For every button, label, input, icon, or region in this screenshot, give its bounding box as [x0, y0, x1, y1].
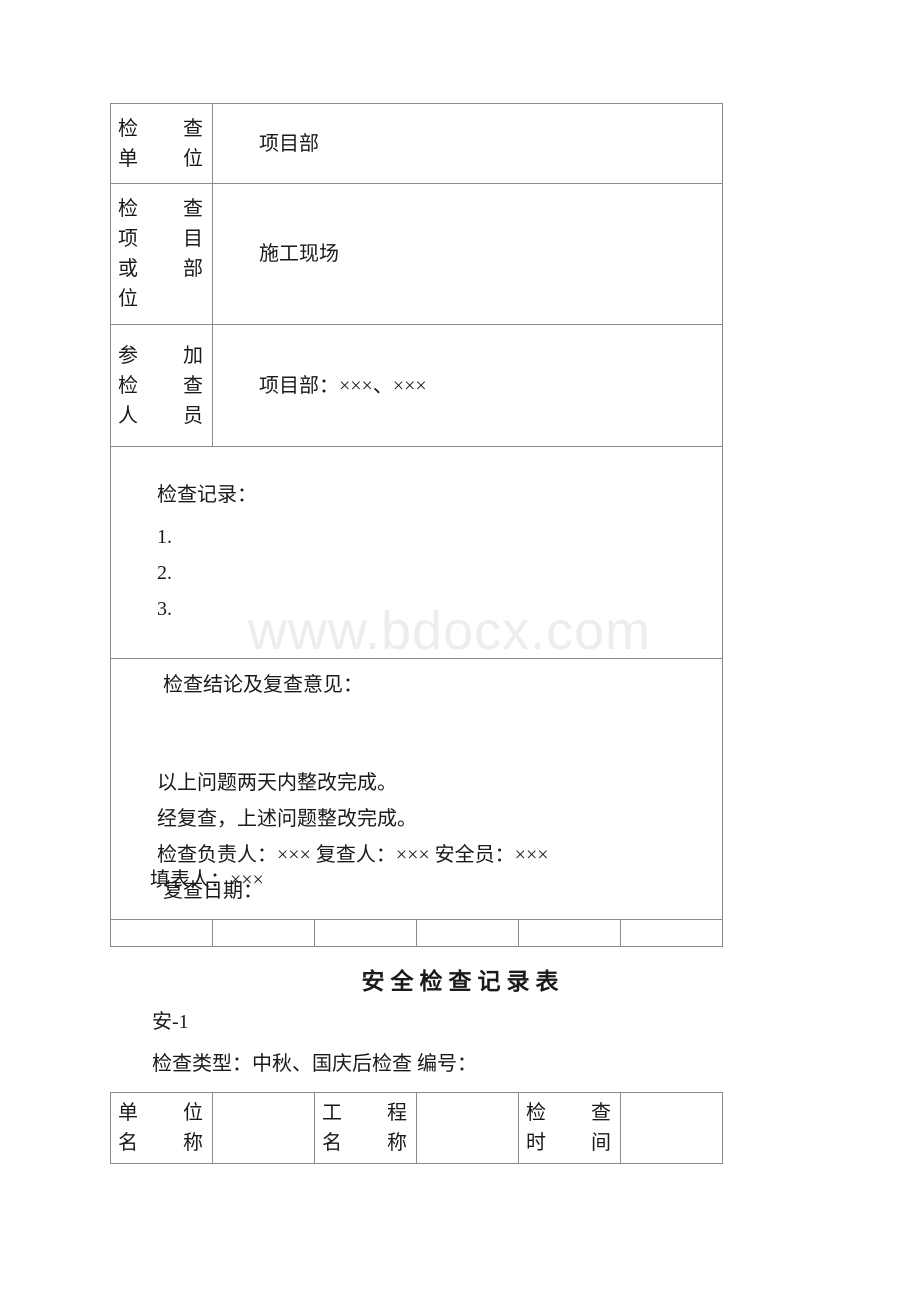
table-row-participants: 参加 检查 人员 项目部：×××、××× [110, 324, 724, 447]
table-row-inspection-record: 检查记录： 1. 2. 3. [109, 446, 724, 659]
label-unit-name: 单位 名称 [110, 1092, 213, 1164]
record-item-1: 1. [157, 525, 172, 548]
label-inspection-time: 检查 时间 [518, 1092, 621, 1164]
label-inspection-item: 检查 项目 或部 位 [110, 183, 213, 325]
header-info-table: 单位 名称 工程 名称 检查 时间 [110, 1092, 723, 1164]
form-code: 安-1 [152, 1011, 189, 1033]
inspection-record-title: 检查记录： [157, 483, 257, 506]
inspection-record-block[interactable]: 检查记录： 1. 2. 3. [109, 446, 724, 659]
label-line: 参加 [118, 344, 203, 367]
record-item-3: 3. [157, 597, 172, 620]
label-line: 检查 [118, 374, 203, 397]
label-line: 名称 [322, 1132, 407, 1154]
label-line: 人员 [118, 404, 203, 427]
label-line: 单位 [118, 1102, 203, 1124]
footer-cell[interactable] [314, 919, 417, 947]
footer-cell[interactable] [619, 919, 724, 947]
value-inspection-unit[interactable]: 项目部 [211, 103, 724, 184]
label-line: 单位 [118, 147, 203, 170]
conclusion-line-1: 以上问题两天内整改完成。 [157, 772, 397, 794]
table-row-inspection-item: 检查 项目 或部 位 施工现场 [110, 183, 724, 325]
label-participants: 参加 检查 人员 [110, 324, 213, 447]
record-item-2: 2. [157, 561, 172, 584]
value-project-name[interactable] [416, 1092, 519, 1164]
conclusion-title: 检查结论及复查意见： [163, 674, 363, 696]
form-filler-line: 填表人：××× [150, 869, 264, 891]
label-line: 检查 [526, 1102, 611, 1124]
conclusion-line-2: 经复查，上述问题整改完成。 [157, 808, 417, 830]
page-title: 安全检查记录表 [361, 969, 565, 994]
footer-cell[interactable] [212, 919, 315, 947]
label-line: 名称 [118, 1132, 203, 1154]
label-line: 工程 [322, 1102, 407, 1124]
table-row: 单位 名称 工程 名称 检查 时间 [110, 1092, 723, 1164]
table-row-inspection-unit: 检查 单位 项目部 [110, 103, 724, 184]
safety-inspection-table: 检查 单位 项目部 检查 项目 或部 位 施工现场 参加 检查 人员 项目部：×… [109, 103, 724, 947]
label-line: 检查 [118, 198, 203, 220]
label-line: 项目 [118, 228, 203, 250]
label-inspection-unit: 检查 单位 [110, 103, 213, 184]
value-inspection-time[interactable] [620, 1092, 723, 1164]
label-line: 时间 [526, 1132, 611, 1154]
label-line: 或部 [118, 258, 203, 280]
label-project-name: 工程 名称 [314, 1092, 417, 1164]
value-unit-name[interactable] [212, 1092, 315, 1164]
footer-cell[interactable] [110, 919, 213, 947]
footer-cell[interactable] [416, 919, 519, 947]
check-type-line: 检查类型：中秋、国庆后检查 编号： [152, 1053, 477, 1075]
value-participants[interactable]: 项目部：×××、××× [211, 324, 724, 447]
document-page: www.bdocx.com 检查 单位 项目部 检查 项目 或部 位 施工现场 … [0, 0, 920, 1302]
label-line: 检查 [118, 117, 203, 140]
footer-cell[interactable] [518, 919, 621, 947]
conclusion-spacer [157, 709, 710, 765]
table-row-footer-cells [110, 919, 724, 947]
value-inspection-item[interactable]: 施工现场 [211, 183, 724, 325]
label-line: 位 [118, 288, 138, 310]
